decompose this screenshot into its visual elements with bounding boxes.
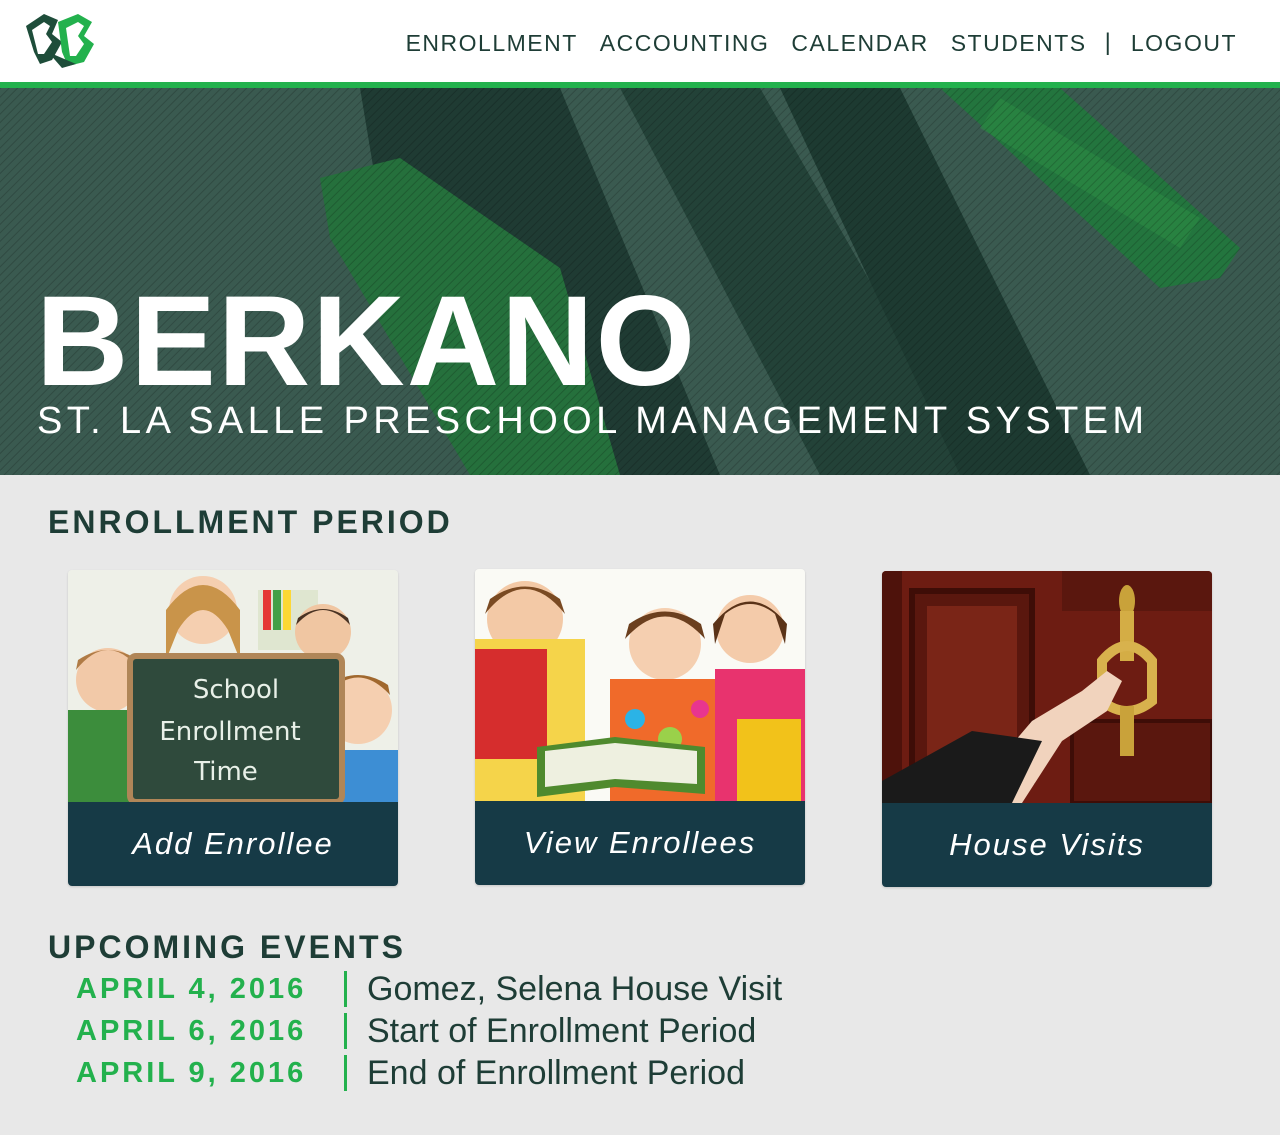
event-row[interactable]: APRIL 9, 2016 End of Enrollment Period xyxy=(76,1052,782,1094)
nav-calendar-link[interactable]: CALENDAR xyxy=(791,30,928,57)
add-enrollee-label-bar: Add Enrollee xyxy=(68,802,398,886)
add-enrollee-label: Add Enrollee xyxy=(132,826,334,861)
house-visits-card[interactable]: House Visits xyxy=(882,571,1212,887)
upcoming-events-heading: UPCOMING EVENTS xyxy=(48,929,406,965)
main-nav: ENROLLMENT ACCOUNTING CALENDAR STUDENTS … xyxy=(384,28,1237,58)
event-title: Gomez, Selena House Visit xyxy=(367,969,783,1008)
house-visits-label-bar: House Visits xyxy=(882,803,1212,887)
event-divider xyxy=(344,971,347,1007)
berkano-logo-icon[interactable] xyxy=(22,12,98,68)
enrollment-period-heading: ENROLLMENT PERIOD xyxy=(48,504,453,540)
hero-banner: BERKANO ST. LA SALLE PRESCHOOL MANAGEMEN… xyxy=(0,88,1280,475)
event-date: APRIL 6, 2016 xyxy=(76,1014,307,1047)
events-list: APRIL 4, 2016 Gomez, Selena House Visit … xyxy=(76,968,782,1094)
house-visits-label: House Visits xyxy=(949,827,1145,862)
children-reading-photo xyxy=(475,569,805,801)
nav-enrollment-link[interactable]: ENROLLMENT xyxy=(406,30,578,57)
event-title: End of Enrollment Period xyxy=(367,1053,745,1092)
nav-logout-link[interactable]: LOGOUT xyxy=(1131,30,1237,57)
hero-title: BERKANO xyxy=(36,270,698,413)
chalkboard-line-3: Time xyxy=(193,757,258,787)
event-row[interactable]: APRIL 6, 2016 Start of Enrollment Period xyxy=(76,1010,782,1052)
event-row[interactable]: APRIL 4, 2016 Gomez, Selena House Visit xyxy=(76,968,782,1010)
chalkboard-line-2: Enrollment xyxy=(159,717,300,747)
nav-students-link[interactable]: STUDENTS xyxy=(951,30,1087,57)
chalkboard-line-1: School xyxy=(193,675,279,705)
event-date: APRIL 4, 2016 xyxy=(76,972,307,1005)
event-divider xyxy=(344,1055,347,1091)
school-enrollment-photo: School Enrollment Time xyxy=(68,570,398,802)
nav-accounting-link[interactable]: ACCOUNTING xyxy=(600,30,770,57)
event-date: APRIL 9, 2016 xyxy=(76,1056,307,1089)
view-enrollees-label-bar: View Enrollees xyxy=(475,801,805,885)
add-enrollee-card[interactable]: School Enrollment Time Add Enrollee xyxy=(68,570,398,886)
hero-subtitle: ST. LA SALLE PRESCHOOL MANAGEMENT SYSTEM xyxy=(37,400,1149,442)
view-enrollees-label: View Enrollees xyxy=(523,825,757,860)
event-divider xyxy=(344,1013,347,1049)
top-nav-bar: ENROLLMENT ACCOUNTING CALENDAR STUDENTS … xyxy=(0,0,1280,82)
nav-separator: | xyxy=(1104,29,1111,56)
view-enrollees-card[interactable]: View Enrollees xyxy=(475,569,805,885)
door-knocker-photo xyxy=(882,571,1212,803)
event-title: Start of Enrollment Period xyxy=(367,1011,757,1050)
